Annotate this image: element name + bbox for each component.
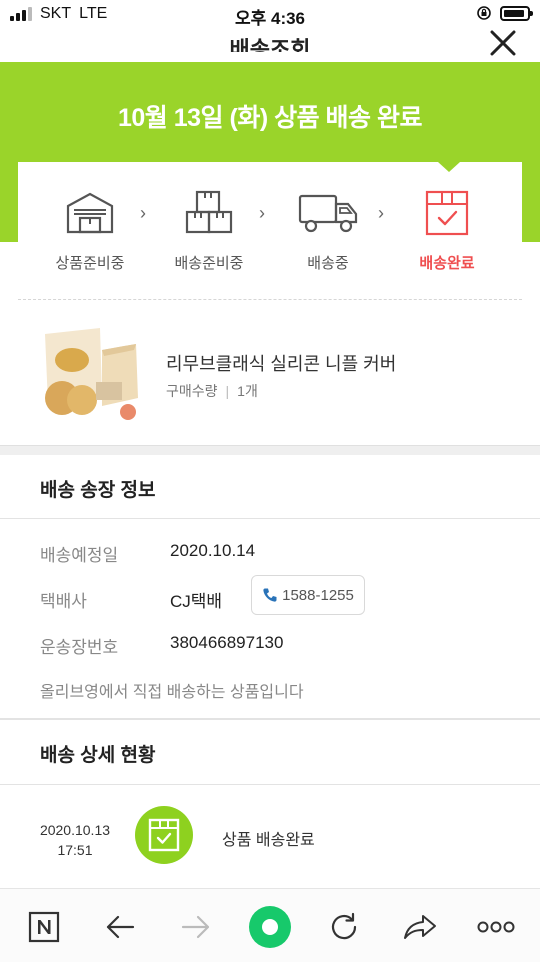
more-icon [477,921,515,933]
close-button[interactable] [486,26,520,60]
courier-phone-button[interactable]: 1588-1255 [251,575,365,615]
step-label: 상품준비중 [55,255,125,272]
divider-line [0,518,540,519]
step-delivered: 배송완료 [387,188,507,273]
refresh-icon [331,912,357,940]
rotation-lock-icon [477,6,491,20]
history-date: 2020.10.13 [39,822,111,838]
share-button[interactable] [398,905,442,949]
courier-phone-number: 1588-1255 [282,586,354,604]
product-quantity: 구매수량 | 1개 [166,381,258,401]
tracking-number-value: 380466897130 [170,633,284,652]
step-label: 배송완료 [419,255,475,272]
step-separator: › [140,203,146,223]
step-label: 배송준비중 [174,255,244,272]
active-step-pointer [438,162,460,172]
divider-line [0,718,540,720]
section-divider [0,445,540,455]
product-name: 리무브클래식 실리콘 니플 커버 [166,354,397,374]
refresh-button[interactable] [322,905,366,949]
more-button[interactable] [474,905,518,949]
tracking-number-label: 운송장번호 [40,638,119,657]
green-dot-icon [249,906,291,948]
page-header: 배송조회 [0,22,540,62]
step-label: 배송중 [307,255,349,272]
box-check-icon [417,188,477,238]
forward-arrow-icon [181,915,210,939]
close-icon [490,30,516,56]
expected-date-label: 배송예정일 [40,546,119,565]
history-status-badge [135,806,193,864]
phone-icon [263,588,277,602]
share-icon [404,915,436,939]
truck-icon [298,188,358,238]
step-preparing-product: 상품준비중 [30,188,150,273]
step-separator: › [378,203,384,223]
step-preparing-shipment: 배송준비중 [149,188,269,273]
status-right [476,5,533,21]
quantity-label: 구매수량 [166,383,218,399]
courier-label: 택배사 [40,592,87,611]
direct-delivery-note: 올리브영에서 직접 배송하는 상품입니다 [40,684,304,701]
battery-icon [500,5,533,21]
quantity-separator: | [225,383,230,399]
green-dot-button[interactable] [248,905,292,949]
history-datetime: 2020.10.13 17:51 [30,820,120,860]
step-in-transit: 배송중 [268,188,388,273]
browser-toolbar [0,888,540,962]
delivery-complete-title: 10월 13일 (화) 상품 배송 완료 [118,104,423,132]
detail-section-title: 배송 상세 현황 [40,745,156,766]
forward-button[interactable] [174,905,218,949]
product-image[interactable] [40,326,140,422]
naver-home-icon [28,911,60,943]
naver-home-button[interactable] [22,905,66,949]
history-time: 17:51 [57,842,93,858]
dashed-divider [18,299,522,300]
step-separator: › [259,203,265,223]
box-check-icon [148,818,180,852]
expected-date-value: 2020.10.14 [170,541,256,560]
back-arrow-icon [106,915,135,939]
boxes-icon [179,188,239,238]
invoice-section-title: 배송 송장 정보 [40,480,156,501]
warehouse-icon [60,188,120,238]
courier-value: CJ택배 [170,592,223,611]
back-button[interactable] [98,905,142,949]
quantity-value: 1개 [237,383,258,399]
history-status-text: 상품 배송완료 [222,832,315,849]
divider-line [0,784,540,785]
page-title: 배송조회 [229,37,311,52]
